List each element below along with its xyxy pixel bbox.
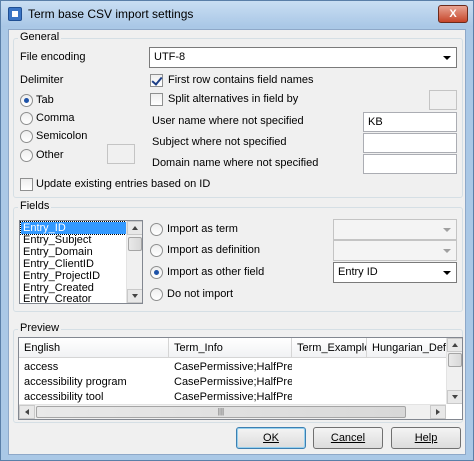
field-list-item[interactable]: Entry_ProjectID: [21, 270, 100, 282]
general-group-label: General: [18, 31, 62, 43]
scroll-down-button[interactable]: [447, 390, 462, 404]
dialog-client: General File encoding UTF-8 Delimiter Ta…: [8, 29, 466, 455]
arrow-left-icon: [25, 409, 29, 415]
dialog-window: Term base CSV import settings X General …: [0, 0, 474, 461]
import-as-term-label[interactable]: Import as term: [167, 223, 238, 235]
update-existing-checkbox[interactable]: [20, 178, 33, 191]
arrow-down-icon: [452, 395, 458, 399]
table-cell: CasePermissive;HalfPrefix: [174, 376, 292, 388]
scroll-right-button[interactable]: [430, 405, 446, 419]
column-header-english[interactable]: English: [19, 338, 169, 358]
user-name-value: KB: [368, 116, 383, 128]
do-not-import-radio[interactable]: [150, 288, 163, 301]
import-as-definition-radio[interactable]: [150, 244, 163, 257]
chevron-down-icon: [443, 228, 451, 232]
user-name-input[interactable]: KB: [363, 112, 457, 132]
title-bar[interactable]: Term base CSV import settings X: [1, 1, 473, 27]
table-cell: accessibility program: [24, 376, 127, 388]
table-cell: accessibility tool: [24, 391, 104, 403]
scroll-up-button[interactable]: [447, 338, 462, 352]
field-list-item[interactable]: Entry_Subject: [21, 234, 91, 246]
split-separator-input[interactable]: [429, 90, 457, 110]
do-not-import-label[interactable]: Do not import: [167, 288, 233, 300]
help-button-label: Help: [414, 432, 438, 444]
scroll-thumb[interactable]: [448, 353, 462, 367]
delimiter-tab-label[interactable]: Tab: [36, 94, 54, 106]
preview-horizontal-scrollbar[interactable]: |||: [19, 404, 446, 419]
arrow-up-icon: [452, 343, 458, 347]
import-as-definition-label[interactable]: Import as definition: [167, 244, 260, 256]
column-header-hungarian-def[interactable]: Hungarian_Def: [367, 338, 447, 358]
app-icon: [8, 7, 22, 21]
arrow-down-icon: [132, 294, 138, 298]
delimiter-comma-radio[interactable]: [20, 112, 33, 125]
delimiter-comma-label[interactable]: Comma: [36, 112, 75, 124]
window-title: Term base CSV import settings: [28, 7, 194, 21]
delimiter-other-label[interactable]: Other: [36, 149, 64, 161]
chevron-down-icon: [443, 271, 451, 275]
column-header-term-example[interactable]: Term_Example: [292, 338, 367, 358]
import-as-term-radio[interactable]: [150, 223, 163, 236]
fields-scrollbar[interactable]: [126, 221, 142, 303]
other-field-select[interactable]: Entry ID: [333, 262, 457, 283]
split-alternatives-label[interactable]: Split alternatives in field by: [168, 93, 298, 105]
scroll-up-button[interactable]: [127, 221, 142, 235]
delimiter-tab-radio[interactable]: [20, 94, 33, 107]
split-alternatives-checkbox[interactable]: [150, 93, 163, 106]
arrow-right-icon: [436, 409, 440, 415]
chevron-down-icon: [443, 56, 451, 60]
delimiter-semicolon-radio[interactable]: [20, 130, 33, 143]
field-list-item[interactable]: Entry_ClientID: [21, 258, 94, 270]
update-existing-label[interactable]: Update existing entries based on ID: [36, 178, 210, 190]
scroll-thumb[interactable]: |||: [36, 406, 406, 418]
scroll-left-button[interactable]: [19, 405, 35, 419]
chevron-down-icon: [443, 249, 451, 253]
preview-table[interactable]: English Term_Info Term_Example Hungarian…: [18, 337, 463, 420]
table-cell: access: [24, 361, 59, 373]
delimiter-semicolon-label[interactable]: Semicolon: [36, 130, 87, 142]
delimiter-label: Delimiter: [20, 74, 64, 86]
preview-group-label: Preview: [18, 322, 62, 334]
cancel-button-label: Cancel: [330, 432, 366, 444]
table-cell: CasePermissive;HalfPrefix: [174, 361, 292, 373]
ok-button[interactable]: OK: [236, 427, 306, 449]
other-field-value: Entry ID: [338, 266, 378, 278]
file-encoding-select[interactable]: UTF-8: [149, 47, 457, 68]
first-row-checkbox[interactable]: [150, 74, 163, 87]
import-as-other-field-label[interactable]: Import as other field: [167, 266, 264, 278]
fields-listbox[interactable]: Entry_ID Entry_Subject Entry_Domain Entr…: [19, 220, 143, 304]
preview-vertical-scrollbar[interactable]: [446, 338, 462, 404]
first-row-label[interactable]: First row contains field names: [168, 74, 314, 86]
column-header-term-info[interactable]: Term_Info: [169, 338, 292, 358]
field-list-item[interactable]: Entry_Domain: [21, 246, 93, 258]
help-button[interactable]: Help: [391, 427, 461, 449]
subject-label: Subject where not specified: [152, 136, 287, 148]
close-button[interactable]: X: [438, 5, 468, 23]
arrow-up-icon: [132, 226, 138, 230]
subject-input[interactable]: [363, 133, 457, 153]
scroll-thumb[interactable]: [128, 237, 142, 251]
ok-button-label: OK: [263, 432, 279, 444]
domain-input[interactable]: [363, 154, 457, 174]
term-language-select[interactable]: [333, 219, 457, 240]
cancel-button[interactable]: Cancel: [313, 427, 383, 449]
import-as-other-field-radio[interactable]: [150, 266, 163, 279]
delimiter-other-radio[interactable]: [20, 149, 33, 162]
scroll-down-button[interactable]: [127, 289, 142, 303]
definition-language-select[interactable]: [333, 240, 457, 261]
user-name-label: User name where not specified: [152, 115, 304, 127]
file-encoding-label: File encoding: [20, 51, 86, 63]
domain-label: Domain name where not specified: [152, 157, 319, 169]
delimiter-other-input[interactable]: [107, 144, 135, 164]
fields-group-label: Fields: [18, 200, 52, 212]
table-cell: CasePermissive;HalfPrefix: [174, 391, 292, 403]
field-list-item[interactable]: Entry_Creator: [21, 293, 91, 303]
file-encoding-value: UTF-8: [154, 51, 186, 63]
field-list-item[interactable]: Entry_ID: [20, 221, 127, 235]
